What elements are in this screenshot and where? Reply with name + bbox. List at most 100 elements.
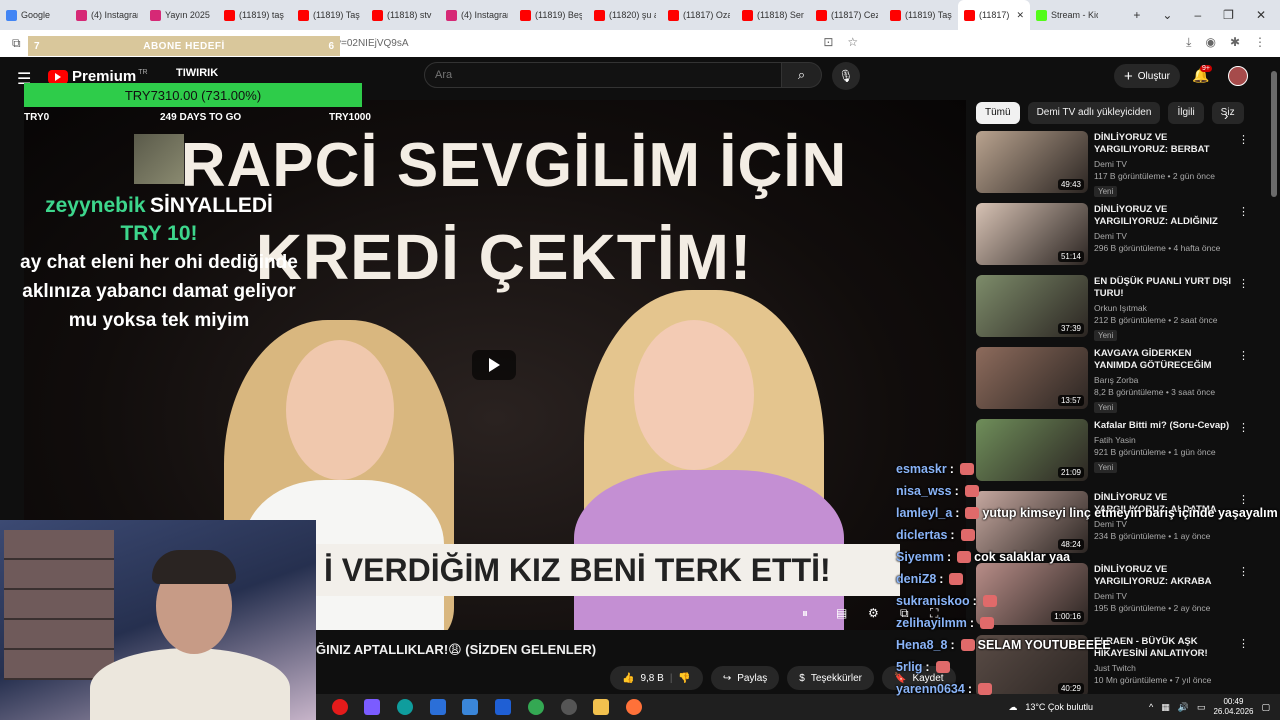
search-input[interactable] [424, 62, 782, 88]
chat-username[interactable]: diclertas [896, 528, 947, 542]
browser-tab[interactable]: (11817) Ozar [662, 0, 736, 30]
browser-tab[interactable]: (11819) Taş a [292, 0, 366, 30]
mail-icon[interactable] [462, 699, 478, 715]
scrollbar-thumb[interactable] [1271, 71, 1277, 197]
more-options-icon[interactable]: ⋮ [1238, 349, 1249, 362]
network-icon[interactable]: ▦ [1161, 702, 1170, 713]
thanks-button[interactable]: $ Teşekkürler [787, 666, 874, 690]
chat-username[interactable]: deniZ8 [896, 572, 936, 586]
settings-gear-icon[interactable]: ⚙ [868, 606, 879, 620]
sidebar-toggle-icon[interactable]: ⧉ [12, 36, 21, 51]
channel-name[interactable]: Demi TV [1094, 159, 1234, 169]
firefox-icon[interactable] [626, 699, 642, 715]
chat-username[interactable]: esmaskr [896, 462, 947, 476]
recommended-video[interactable]: 13:57 KAVGAYA GİDERKEN YANIMDA GÖTÜRECEĞİ… [976, 347, 1252, 415]
weather-icon[interactable]: ☁ [1008, 702, 1017, 713]
maximize-button[interactable]: ❐ [1223, 8, 1234, 22]
chat-username[interactable]: nisa_wss [896, 484, 952, 498]
video-title[interactable]: EN DÜŞÜK PUANLI YURT DIŞI TURU! [1094, 276, 1234, 300]
more-options-icon[interactable]: ⋮ [1238, 205, 1249, 218]
more-options-icon[interactable]: ⋮ [1238, 277, 1249, 290]
browser-tab[interactable]: (11817) D ✕ [958, 0, 1030, 30]
channel-name[interactable]: Fatih Yasin [1094, 435, 1234, 445]
donation-amount: TRY 10! [120, 222, 198, 245]
like-button[interactable]: 👍 9,8 B | 👎 [610, 666, 703, 690]
install-app-icon[interactable]: ⊡ [823, 35, 833, 50]
create-button[interactable]: + Oluştur [1114, 64, 1180, 88]
clock[interactable]: 00:49 26.04.2026 [1213, 697, 1253, 717]
opera-icon[interactable] [332, 699, 348, 715]
battery-icon[interactable]: ▭ [1197, 702, 1206, 713]
browser-tab[interactable]: Yayın 2025 - [144, 0, 218, 30]
weather-text[interactable]: 13°C Çok bulutlu [1025, 702, 1093, 712]
browser-tab[interactable]: (11817) Ceza [810, 0, 884, 30]
browser-tab[interactable]: (11818) Serd [736, 0, 810, 30]
video-thumbnail[interactable]: 13:57 [976, 347, 1088, 409]
thumbs-down-icon[interactable]: 👎 [678, 673, 690, 684]
channel-name[interactable]: Barış Zorba [1094, 375, 1234, 385]
obs-icon[interactable] [561, 699, 577, 715]
browser-tab[interactable]: (11818) stv k [366, 0, 440, 30]
dropbox-icon[interactable] [495, 699, 511, 715]
filter-chip[interactable]: Tümü [976, 102, 1020, 124]
video-thumbnail[interactable]: 51:14 [976, 203, 1088, 265]
avatar[interactable] [1228, 66, 1248, 86]
volume-icon[interactable]: 🔊 [1178, 702, 1189, 713]
channel-name[interactable]: Demi TV [1094, 231, 1234, 241]
recommended-video[interactable]: 49:43 DİNLİYORUZ VE YARGILIYORUZ: BERBAT … [976, 131, 1252, 199]
play-button[interactable] [472, 350, 516, 380]
filter-chip[interactable]: Demi TV adlı yükleyiciden [1027, 102, 1161, 124]
close-window-button[interactable]: ✕ [1256, 8, 1266, 22]
browser-tab[interactable]: (11819) Beşi [514, 0, 588, 30]
voice-search-button[interactable]: 🎙 [832, 62, 860, 90]
video-title[interactable]: DİNLİYORUZ VE YARGILIYORUZ: BERBAT AYRIL… [1094, 132, 1234, 156]
more-options-icon[interactable]: ⋮ [1238, 133, 1249, 146]
pause-icon[interactable]: ⏸ [802, 606, 808, 621]
new-tab-button[interactable]: + [1133, 8, 1140, 22]
chat-username[interactable]: yarenn0634 [896, 682, 965, 696]
url-text[interactable]: v=02NIEjVQ9sA [336, 38, 409, 49]
copilot-icon[interactable] [364, 699, 380, 715]
browser-tab[interactable]: Stream - Kick [1030, 0, 1104, 30]
chat-username[interactable]: Hena8_8 [896, 638, 947, 652]
subtitles-icon[interactable]: ▤ [836, 606, 847, 620]
menu-icon[interactable]: ⋮ [1254, 35, 1266, 50]
browser-tab[interactable]: Google [0, 0, 70, 30]
tab-close-icon[interactable]: ✕ [1016, 10, 1024, 21]
browser-tab[interactable]: (11820) şu a [588, 0, 662, 30]
video-thumbnail[interactable]: 49:43 [976, 131, 1088, 193]
chat-username[interactable]: lamleyl_a [896, 506, 952, 520]
tab-list-icon[interactable]: ⌄ [1162, 8, 1172, 22]
video-thumbnail[interactable]: 37:39 [976, 275, 1088, 337]
video-title[interactable]: KAVGAYA GİDERKEN YANIMDA GÖTÜRECEĞİM ÜNL… [1094, 348, 1234, 372]
edge-icon[interactable] [397, 699, 413, 715]
chat-username[interactable]: zelihayilmm [896, 616, 967, 630]
minimize-button[interactable]: – [1194, 8, 1201, 22]
chat-username[interactable]: 5rlig [896, 660, 922, 674]
browser-tab[interactable]: (4) Instagram [440, 0, 514, 30]
file-explorer-icon[interactable] [593, 699, 609, 715]
bookmark-star-icon[interactable]: ☆ [847, 35, 858, 50]
video-title[interactable]: DİNLİYORUZ VE YARGILIYORUZ: ALDIĞINIZ İN… [1094, 204, 1234, 228]
account-icon[interactable]: ◉ [1205, 35, 1215, 50]
more-options-icon[interactable]: ⋮ [1238, 421, 1249, 434]
notifications-icon[interactable]: ▢ [1261, 702, 1270, 713]
chat-username[interactable]: Siyemm [896, 550, 944, 564]
tray-chevron-icon[interactable]: ^ [1149, 702, 1153, 712]
share-button[interactable]: ↪ Paylaş [710, 666, 780, 690]
chat-username[interactable]: sukraniskoo [896, 594, 970, 608]
store-icon[interactable] [430, 699, 446, 715]
extensions-icon[interactable]: ✱ [1230, 35, 1240, 50]
recommended-video[interactable]: 51:14 DİNLİYORUZ VE YARGILIYORUZ: ALDIĞIN… [976, 203, 1252, 271]
channel-name[interactable]: Orkun Işıtmak [1094, 303, 1234, 313]
downloads-icon[interactable]: ⤓ [1186, 35, 1191, 50]
recommended-video[interactable]: 37:39 EN DÜŞÜK PUANLI YURT DIŞI TURU! Orku… [976, 275, 1252, 343]
video-title[interactable]: Kafalar Bitti mi? (Soru-Cevap) [1094, 420, 1234, 432]
chrome-icon[interactable] [528, 699, 544, 715]
browser-tab[interactable]: (11819) taş fı [218, 0, 292, 30]
chevron-right-icon[interactable]: › [1224, 108, 1228, 123]
filter-chip[interactable]: İlgili [1168, 102, 1204, 124]
browser-tab[interactable]: (4) Instagram [70, 0, 144, 30]
browser-tab[interactable]: (11819) Taşa [884, 0, 958, 30]
search-button[interactable]: ⌕ [782, 62, 822, 88]
